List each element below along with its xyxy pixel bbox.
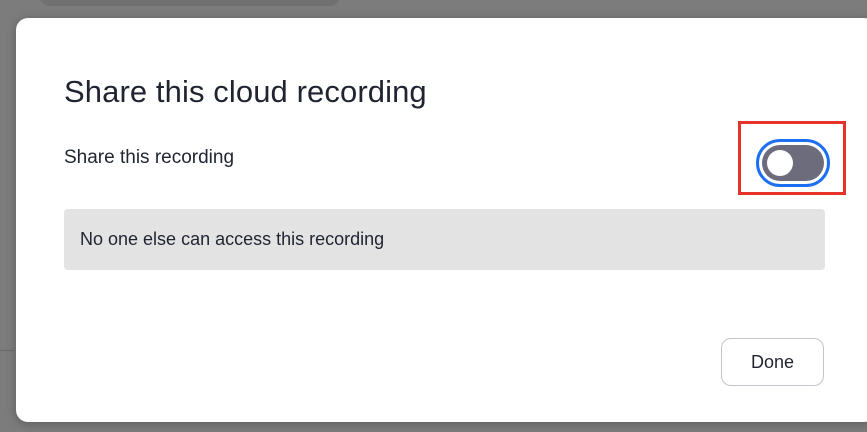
background-header-fragment — [40, 0, 340, 6]
done-button[interactable]: Done — [721, 338, 824, 386]
access-status-box: No one else can access this recording — [64, 209, 825, 270]
share-recording-dialog: Share this cloud recording Share this re… — [16, 18, 867, 422]
toggle-track — [762, 145, 824, 181]
share-recording-label: Share this recording — [64, 147, 235, 168]
dialog-title: Share this cloud recording — [64, 74, 427, 109]
toggle-knob — [767, 150, 793, 176]
background-divider — [0, 350, 14, 351]
access-status-text: No one else can access this recording — [80, 229, 385, 249]
share-recording-toggle[interactable] — [756, 139, 830, 187]
